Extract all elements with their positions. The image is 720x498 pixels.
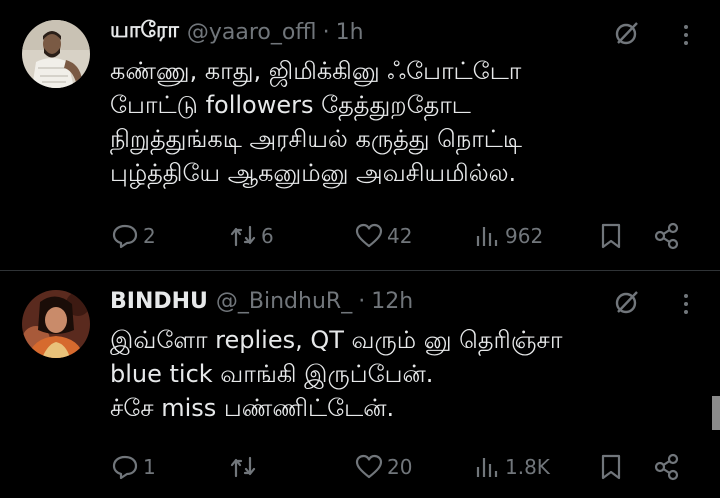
tweet-text-line: புழ்த்தியே ஆகனும்னு அவசியமில்ல. bbox=[110, 159, 517, 187]
retweet-button[interactable] bbox=[228, 451, 261, 483]
like-count: 20 bbox=[387, 455, 413, 479]
timestamp[interactable]: 12h bbox=[371, 289, 413, 314]
bookmark-icon bbox=[601, 223, 621, 249]
more-icon[interactable] bbox=[676, 291, 696, 317]
more-icon[interactable] bbox=[676, 22, 696, 48]
tweet-text-line: blue tick வாங்கி இருப்பேன். bbox=[110, 360, 434, 388]
bookmark-button[interactable] bbox=[596, 220, 626, 252]
action-bar: 2 6 42 962 bbox=[0, 220, 720, 252]
tweet-text-line: ச்சே miss பண்ணிட்டேன். bbox=[110, 394, 395, 422]
reply-count: 2 bbox=[143, 224, 156, 248]
tweet-text-line: நிறுத்துங்கடி அரசியல் கருத்து நொட்டி bbox=[110, 125, 522, 153]
display-name[interactable]: யாரோ bbox=[110, 18, 179, 46]
tweet-text-line: இவ்ளோ replies, QT வரும் னு தெரிஞ்சா bbox=[110, 326, 563, 354]
tweet-header: BINDHU @_BindhuR_ · 12h bbox=[110, 286, 413, 316]
tweet-text-line: கண்ணு, காது, ஜிமிக்கினு ஃபோட்டோ bbox=[110, 57, 522, 85]
reply-button[interactable]: 1 bbox=[110, 451, 156, 483]
tweet-header: யாரோ @yaaro_offl · 1h bbox=[110, 17, 364, 47]
retweet-icon bbox=[230, 225, 256, 247]
views-count: 962 bbox=[505, 224, 544, 248]
views-button[interactable]: 1.8K bbox=[472, 451, 550, 483]
tweet-text-line: போட்டு followers தேத்துறதோட bbox=[110, 91, 471, 119]
tweet[interactable]: யாரோ @yaaro_offl · 1h கண்ணு, காது, ஜிமிக… bbox=[0, 0, 720, 270]
like-icon bbox=[355, 454, 383, 479]
grok-icon[interactable] bbox=[614, 289, 640, 315]
display-name[interactable]: BINDHU bbox=[110, 289, 208, 314]
retweet-icon bbox=[230, 456, 256, 478]
share-button[interactable] bbox=[652, 220, 682, 252]
separator-dot: · bbox=[358, 288, 366, 314]
reply-icon bbox=[112, 455, 138, 480]
reply-icon bbox=[112, 224, 138, 249]
user-handle[interactable]: @yaaro_offl bbox=[187, 20, 317, 45]
tweet-text: இவ்ளோ replies, QT வரும் னு தெரிஞ்சா blue… bbox=[110, 323, 690, 425]
separator-dot: · bbox=[322, 19, 330, 45]
bookmark-icon bbox=[601, 454, 621, 480]
tweet-text: கண்ணு, காது, ஜிமிக்கினு ஃபோட்டோ போட்டு f… bbox=[110, 54, 690, 190]
like-button[interactable]: 42 bbox=[354, 220, 412, 252]
reply-button[interactable]: 2 bbox=[110, 220, 156, 252]
like-count: 42 bbox=[387, 224, 413, 248]
share-button[interactable] bbox=[652, 451, 682, 483]
share-icon bbox=[654, 222, 679, 250]
views-button[interactable]: 962 bbox=[472, 220, 543, 252]
tweet[interactable]: BINDHU @_BindhuR_ · 12h இவ்ளோ replies, Q… bbox=[0, 271, 720, 498]
like-button[interactable]: 20 bbox=[354, 451, 412, 483]
views-icon bbox=[476, 227, 498, 246]
views-count: 1.8K bbox=[505, 455, 550, 479]
action-bar: 1 20 1.8K bbox=[0, 451, 720, 483]
scrollbar-thumb[interactable] bbox=[712, 396, 720, 430]
user-handle[interactable]: @_BindhuR_ bbox=[216, 289, 352, 314]
avatar[interactable] bbox=[22, 290, 90, 358]
share-icon bbox=[654, 453, 679, 481]
views-icon bbox=[476, 458, 498, 477]
avatar[interactable] bbox=[22, 20, 90, 88]
retweet-button[interactable]: 6 bbox=[228, 220, 274, 252]
reply-count: 1 bbox=[143, 455, 156, 479]
timestamp[interactable]: 1h bbox=[336, 20, 364, 45]
retweet-count: 6 bbox=[261, 224, 274, 248]
bookmark-button[interactable] bbox=[596, 451, 626, 483]
grok-icon[interactable] bbox=[614, 20, 640, 46]
like-icon bbox=[355, 223, 383, 248]
